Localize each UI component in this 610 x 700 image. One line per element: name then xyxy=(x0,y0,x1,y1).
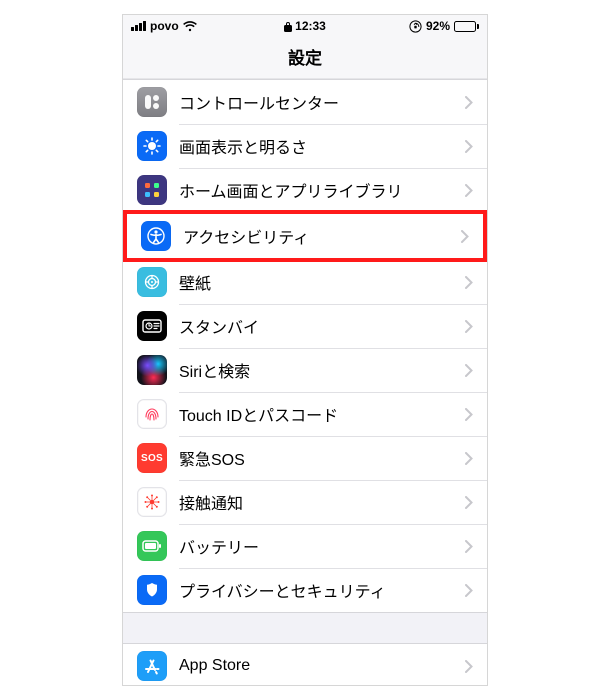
battery-icon xyxy=(454,21,479,32)
row-app-store[interactable]: App Store xyxy=(123,644,487,685)
control-center-icon xyxy=(137,87,167,117)
row-accessibility[interactable]: アクセシビリティ xyxy=(127,214,483,258)
row-wallpaper[interactable]: 壁紙 xyxy=(123,260,487,304)
row-label: Siriと検索 xyxy=(179,358,465,382)
battery-pct-label: 92% xyxy=(426,19,450,33)
settings-list[interactable]: コントロールセンター 画面表示と明るさ xyxy=(123,79,487,685)
row-emergency-sos[interactable]: SOS 緊急SOS xyxy=(123,436,487,480)
chevron-right-icon xyxy=(461,230,469,243)
nav-bar: 設定 xyxy=(123,35,487,79)
chevron-right-icon xyxy=(465,584,473,597)
chevron-right-icon xyxy=(465,96,473,109)
wallpaper-icon xyxy=(137,267,167,297)
page-title: 設定 xyxy=(288,44,322,69)
orientation-lock-icon xyxy=(409,20,422,33)
row-label: バッテリー xyxy=(179,534,465,558)
lock-icon xyxy=(284,21,292,32)
carrier-label: povo xyxy=(150,19,179,33)
row-privacy-security[interactable]: プライバシーとセキュリティ xyxy=(123,568,487,612)
chevron-right-icon xyxy=(465,540,473,553)
exposure-icon xyxy=(137,487,167,517)
display-icon xyxy=(137,131,167,161)
row-label: アクセシビリティ xyxy=(183,224,461,248)
siri-icon xyxy=(137,355,167,385)
accessibility-icon xyxy=(141,221,171,251)
chevron-right-icon xyxy=(465,496,473,509)
row-home-screen[interactable]: ホーム画面とアプリライブラリ xyxy=(123,168,487,212)
row-label: 画面表示と明るさ xyxy=(179,134,465,158)
chevron-right-icon xyxy=(465,660,473,673)
battery-settings-icon xyxy=(137,531,167,561)
row-label: 緊急SOS xyxy=(179,446,465,470)
row-battery[interactable]: バッテリー xyxy=(123,524,487,568)
row-exposure-notification[interactable]: 接触通知 xyxy=(123,480,487,524)
row-label: スタンバイ xyxy=(179,314,465,338)
row-label: 接触通知 xyxy=(179,490,465,514)
row-label: 壁紙 xyxy=(179,270,465,294)
chevron-right-icon xyxy=(465,452,473,465)
signal-icon xyxy=(131,21,146,31)
row-label: ホーム画面とアプリライブラリ xyxy=(179,178,465,202)
wifi-icon xyxy=(183,21,197,32)
status-left: povo xyxy=(131,19,284,33)
row-control-center[interactable]: コントロールセンター xyxy=(123,80,487,124)
chevron-right-icon xyxy=(465,364,473,377)
standby-icon xyxy=(137,311,167,341)
status-right: 92% xyxy=(326,19,479,33)
settings-group: App Store xyxy=(123,643,487,685)
settings-group: コントロールセンター 画面表示と明るさ xyxy=(123,79,487,613)
app-store-icon xyxy=(137,651,167,681)
row-label: Touch IDとパスコード xyxy=(179,402,465,426)
status-center: 12:33 xyxy=(284,19,326,33)
row-siri-search[interactable]: Siriと検索 xyxy=(123,348,487,392)
home-screen-icon xyxy=(137,175,167,205)
chevron-right-icon xyxy=(465,320,473,333)
row-label: App Store xyxy=(179,657,465,675)
row-touch-id[interactable]: Touch IDとパスコード xyxy=(123,392,487,436)
highlight-accessibility: アクセシビリティ xyxy=(123,210,487,262)
sos-icon: SOS xyxy=(137,443,167,473)
row-display-brightness[interactable]: 画面表示と明るさ xyxy=(123,124,487,168)
chevron-right-icon xyxy=(465,408,473,421)
chevron-right-icon xyxy=(465,140,473,153)
row-standby[interactable]: スタンバイ xyxy=(123,304,487,348)
chevron-right-icon xyxy=(465,184,473,197)
phone-frame: povo 12:33 92% 設定 xyxy=(122,14,488,686)
row-label: コントロールセンター xyxy=(179,90,465,114)
chevron-right-icon xyxy=(465,276,473,289)
privacy-icon xyxy=(137,575,167,605)
touch-id-icon xyxy=(137,399,167,429)
clock-label: 12:33 xyxy=(295,19,326,33)
row-label: プライバシーとセキュリティ xyxy=(179,578,465,602)
status-bar: povo 12:33 92% xyxy=(123,15,487,35)
